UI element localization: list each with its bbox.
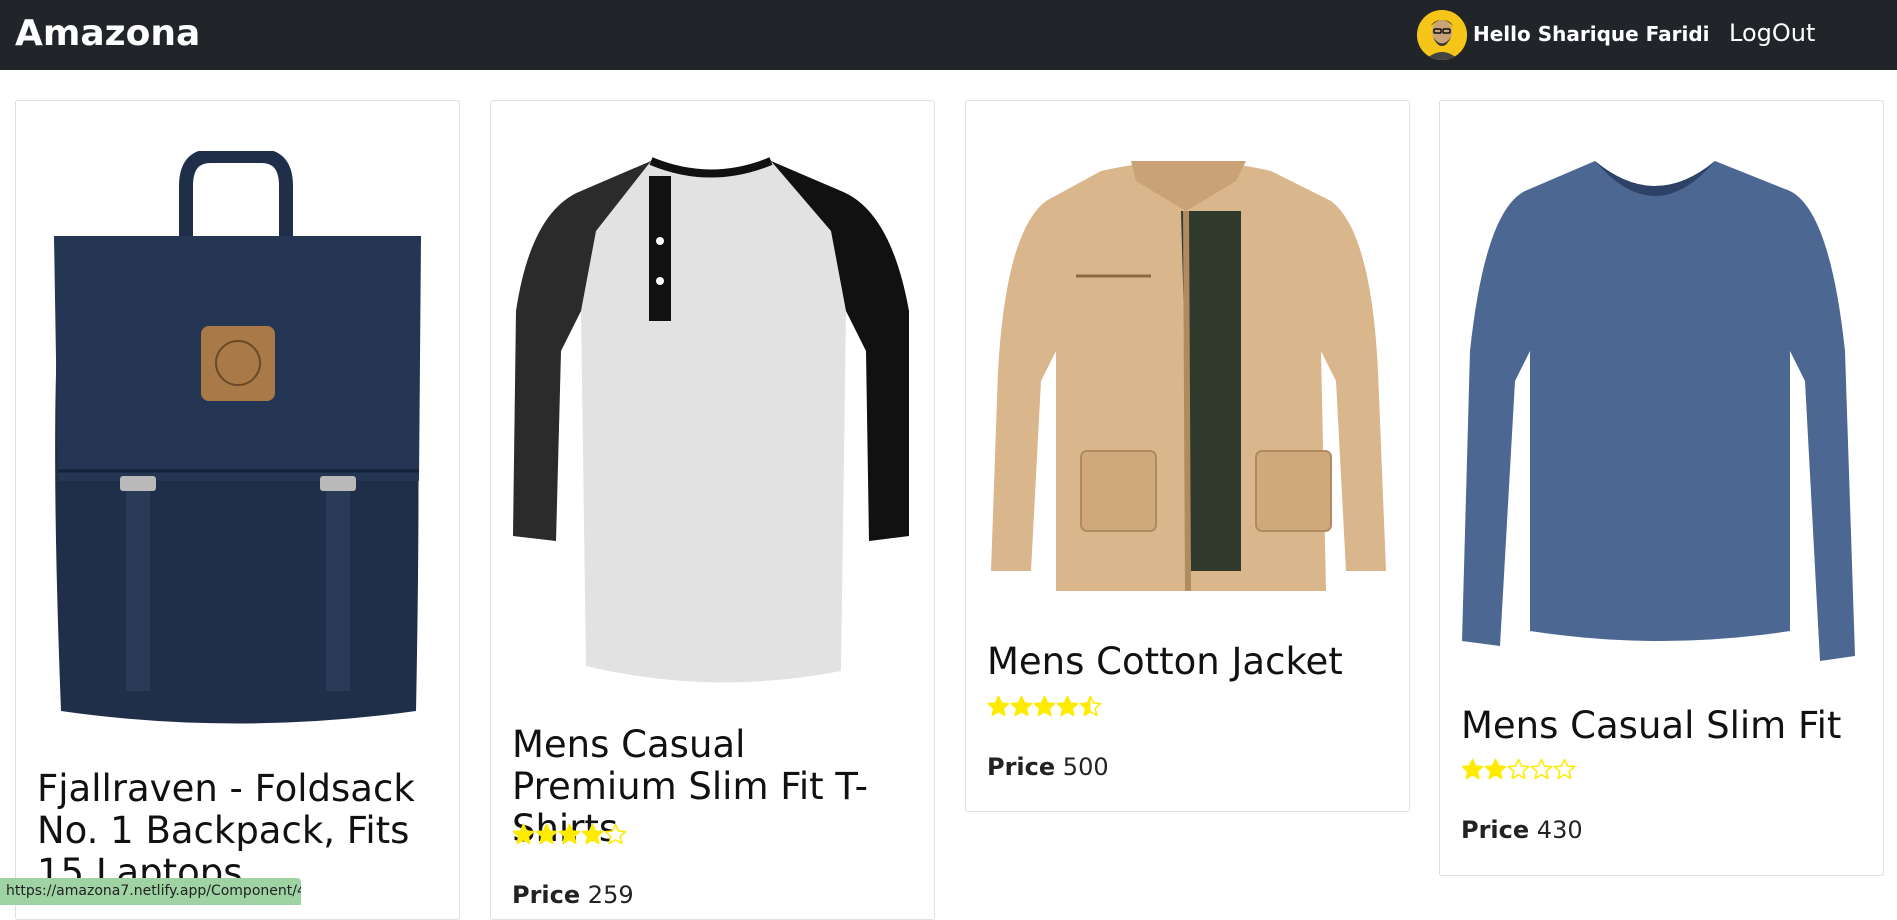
star-full-icon [512,823,535,845]
product-card[interactable]: Mens Casual Slim Fit Price 430 [1439,100,1884,876]
star-full-icon [1484,758,1507,780]
product-price: Price 259 [512,879,634,911]
status-bar-url: https://amazona7.netlify.app/Component/4 [0,878,301,905]
star-full-icon [987,695,1010,717]
price-label: Price [1461,816,1530,844]
product-image-jacket[interactable] [986,151,1390,596]
star-full-icon [581,823,604,845]
product-image-longsleeve[interactable] [1460,151,1864,666]
product-title[interactable]: Mens Cotton Jacket [987,641,1392,683]
rating-stars [987,695,1102,721]
price-label: Price [987,753,1056,781]
navbar: Amazona Hello Sharique Faridi LogOut [0,0,1897,70]
star-empty-icon [1530,758,1553,780]
star-half-icon [1079,695,1102,717]
product-image-tshirt[interactable] [511,151,915,686]
product-image-backpack[interactable] [36,149,440,726]
user-greeting: Hello Sharique Faridi [1473,22,1710,46]
price-value: 430 [1536,816,1583,844]
product-card[interactable]: Fjallraven - Foldsack No. 1 Backpack, Fi… [15,100,460,920]
product-price: Price 500 [987,751,1109,783]
user-avatar[interactable] [1417,10,1467,60]
star-empty-icon [1507,758,1530,780]
star-empty-icon [604,823,627,845]
brand-logo[interactable]: Amazona [15,11,200,57]
star-full-icon [1056,695,1079,717]
star-full-icon [1010,695,1033,717]
product-title[interactable]: Mens Casual Slim Fit [1461,705,1866,747]
price-value: 500 [1062,753,1109,781]
star-full-icon [1033,695,1056,717]
logout-link[interactable]: LogOut [1729,16,1815,50]
star-full-icon [558,823,581,845]
product-card[interactable]: Mens Casual Premium Slim Fit T-Shirts Pr… [490,100,935,920]
rating-stars [512,823,627,849]
product-card[interactable]: Mens Cotton Jacket Price 500 [965,100,1410,812]
star-empty-icon [1553,758,1576,780]
star-full-icon [535,823,558,845]
rating-stars [1461,758,1576,784]
star-full-icon [1461,758,1484,780]
product-price: Price 430 [1461,814,1583,846]
product-title[interactable]: Fjallraven - Foldsack No. 1 Backpack, Fi… [37,768,442,894]
